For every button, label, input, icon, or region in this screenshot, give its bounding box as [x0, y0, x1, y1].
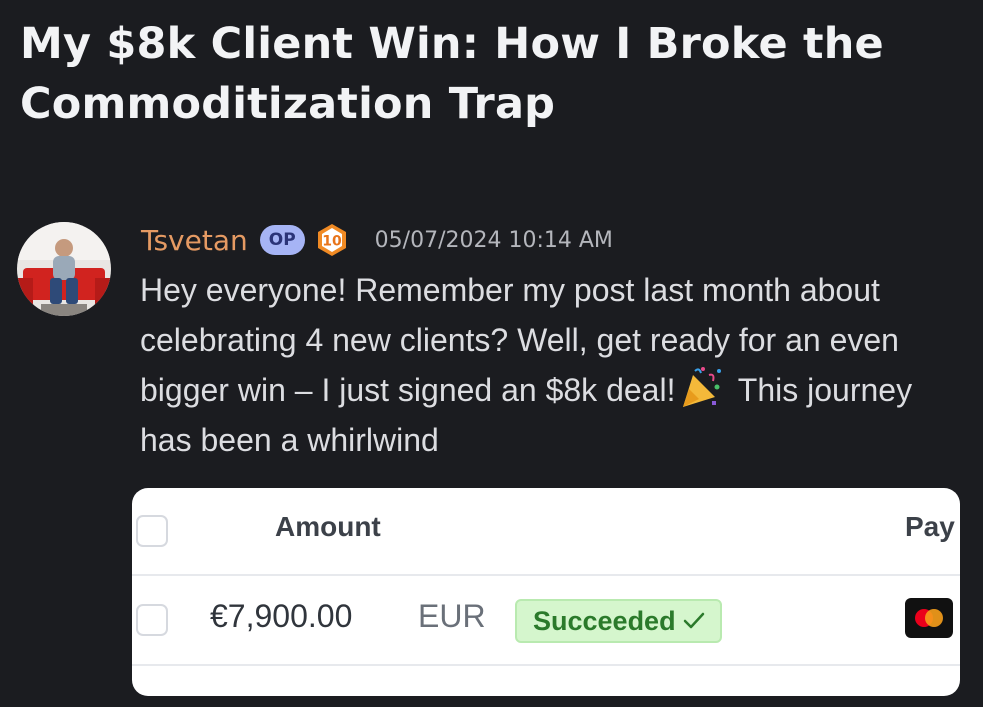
mastercard-icon	[905, 598, 953, 638]
author-name[interactable]: Tsvetan	[141, 224, 248, 257]
payment-column-header: Pay	[905, 511, 955, 542]
level-badge-icon: 10	[317, 224, 346, 256]
payment-currency: EUR	[418, 598, 486, 634]
avatar[interactable]	[17, 222, 111, 316]
op-badge: OP	[259, 225, 305, 255]
message-body: Hey everyone! Remember my post last mont…	[140, 265, 970, 465]
amount-column-header: Amount	[275, 511, 381, 542]
message-meta: Tsvetan OP 10 05/07/2024 10:14 AM	[141, 220, 613, 260]
select-all-checkbox[interactable]	[136, 515, 168, 547]
avatar-photo	[17, 222, 111, 316]
timestamp: 05/07/2024 10:14 AM	[374, 227, 613, 253]
level-badge-number: 10	[322, 234, 342, 250]
row-checkbox[interactable]	[136, 604, 168, 636]
status-text: Succeeded	[533, 605, 676, 636]
party-popper-icon	[683, 367, 722, 407]
status-badge: Succeeded	[515, 599, 722, 643]
row-divider	[132, 664, 960, 666]
payment-amount: €7,900.00	[210, 598, 353, 634]
post-title: My $8k Client Win: How I Broke the Commo…	[20, 19, 884, 129]
header-divider	[132, 574, 960, 576]
checkmark-icon	[683, 612, 704, 629]
